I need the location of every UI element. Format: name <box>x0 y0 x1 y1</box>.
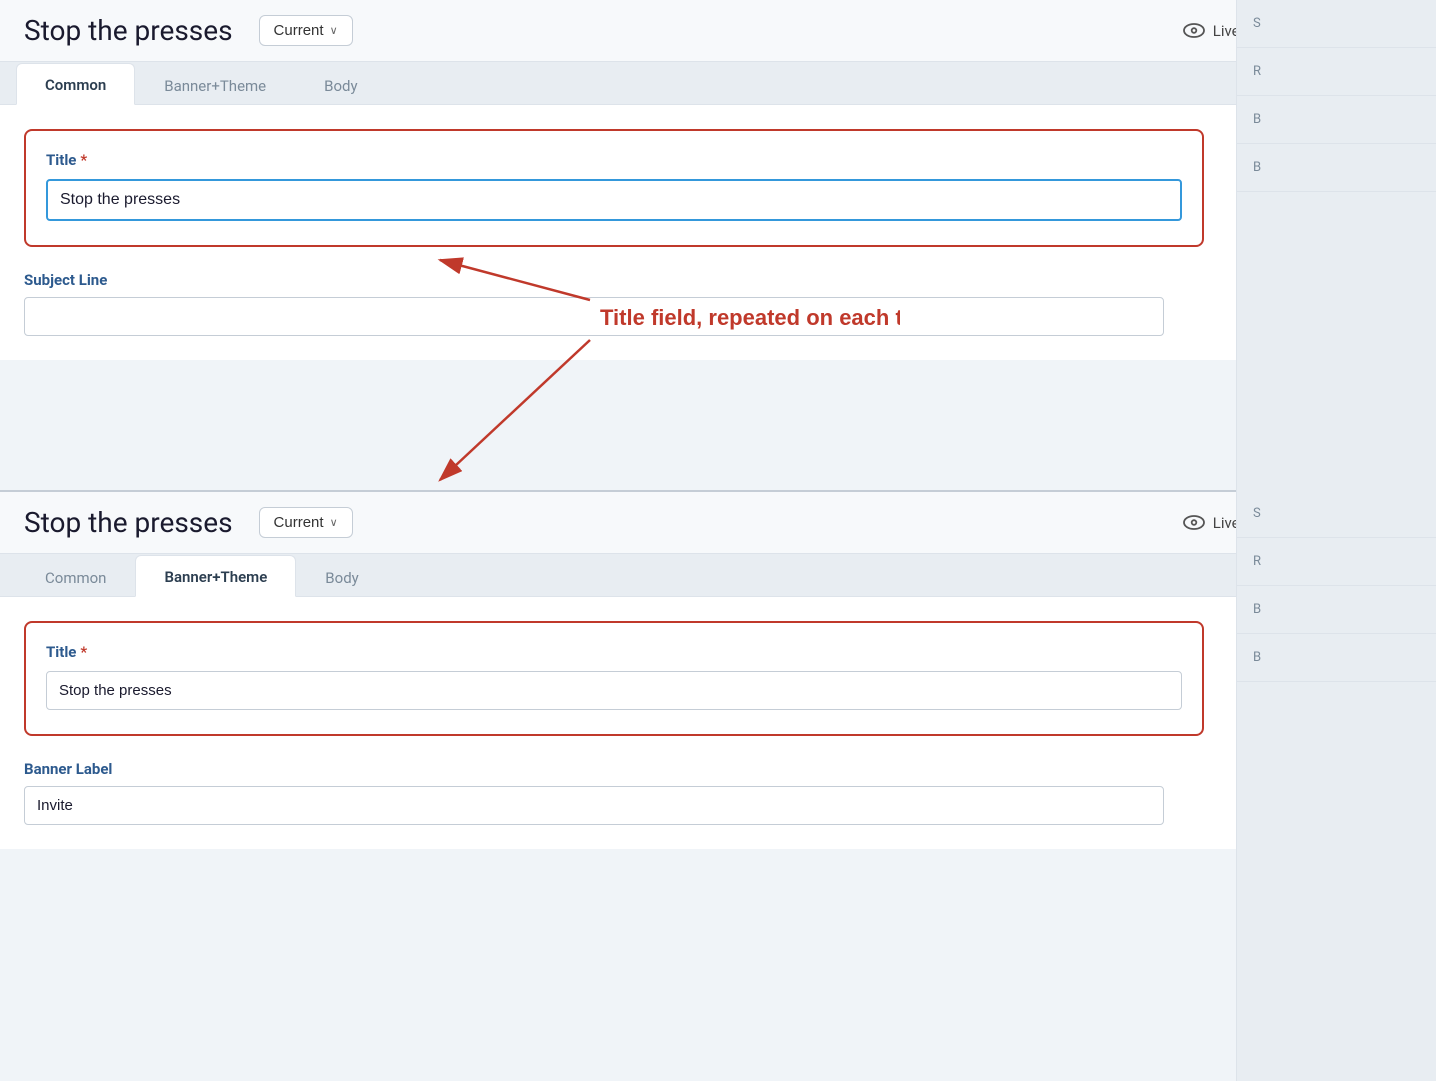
sidebar-top-b2: B <box>1237 144 1436 192</box>
title-field-section-top: Title * <box>24 129 1204 247</box>
banner-label-section: Banner Label <box>24 760 1412 825</box>
title-input-bottom[interactable] <box>46 671 1182 710</box>
sidebar-bottom-r: R <box>1237 538 1436 586</box>
version-label: Current <box>274 22 324 39</box>
subject-line-label: Subject Line <box>24 271 1412 289</box>
chevron-down-icon: ∨ <box>330 24 338 37</box>
bottom-version-label: Current <box>274 514 324 531</box>
eye-icon <box>1183 23 1205 38</box>
title-label-top: Title * <box>46 151 1182 169</box>
right-sidebar-bottom: S R B B <box>1236 490 1436 1081</box>
required-indicator-top: * <box>80 151 87 169</box>
subject-line-section: Subject Line <box>24 271 1412 336</box>
bottom-eye-icon <box>1183 515 1205 530</box>
right-sidebar-top: S R B B <box>1236 0 1436 490</box>
version-dropdown[interactable]: Current ∨ <box>259 15 353 46</box>
bottom-panel-body: Title * Banner Label <box>0 597 1436 849</box>
bottom-version-dropdown[interactable]: Current ∨ <box>259 507 353 538</box>
banner-label-label: Banner Label <box>24 760 1412 778</box>
bottom-chevron-down-icon: ∨ <box>330 516 338 529</box>
tab-banner-theme[interactable]: Banner+Theme <box>135 64 295 105</box>
bottom-panel: Stop the presses Current ∨ Live Preview … <box>0 490 1436 849</box>
sidebar-top-s: S <box>1237 0 1436 48</box>
top-panel-body: Title * Subject Line <box>0 105 1436 360</box>
bottom-tab-banner-theme[interactable]: Banner+Theme <box>135 555 296 597</box>
sidebar-top-r: R <box>1237 48 1436 96</box>
sidebar-bottom-b2: B <box>1237 634 1436 682</box>
top-header: Stop the presses Current ∨ Live Preview … <box>0 0 1436 62</box>
bottom-page-title: Stop the presses <box>24 506 233 539</box>
page-title: Stop the presses <box>24 14 233 47</box>
sidebar-top-b1: B <box>1237 96 1436 144</box>
tab-body[interactable]: Body <box>295 64 386 105</box>
sidebar-bottom-s: S <box>1237 490 1436 538</box>
bottom-header: Stop the presses Current ∨ Live Preview … <box>0 490 1436 554</box>
banner-label-input[interactable] <box>24 786 1164 825</box>
title-input-top[interactable] <box>46 179 1182 221</box>
sidebar-bottom-b1: B <box>1237 586 1436 634</box>
bottom-tab-body[interactable]: Body <box>296 556 387 597</box>
tab-common[interactable]: Common <box>16 63 135 105</box>
required-indicator-bottom: * <box>80 643 87 661</box>
bottom-tab-common[interactable]: Common <box>16 556 135 597</box>
bottom-tabs-bar: Common Banner+Theme Body <box>0 554 1436 597</box>
title-label-bottom: Title * <box>46 643 1182 661</box>
title-field-section-bottom: Title * <box>24 621 1204 736</box>
subject-line-input[interactable] <box>24 297 1164 336</box>
top-tabs-bar: Common Banner+Theme Body <box>0 62 1436 105</box>
